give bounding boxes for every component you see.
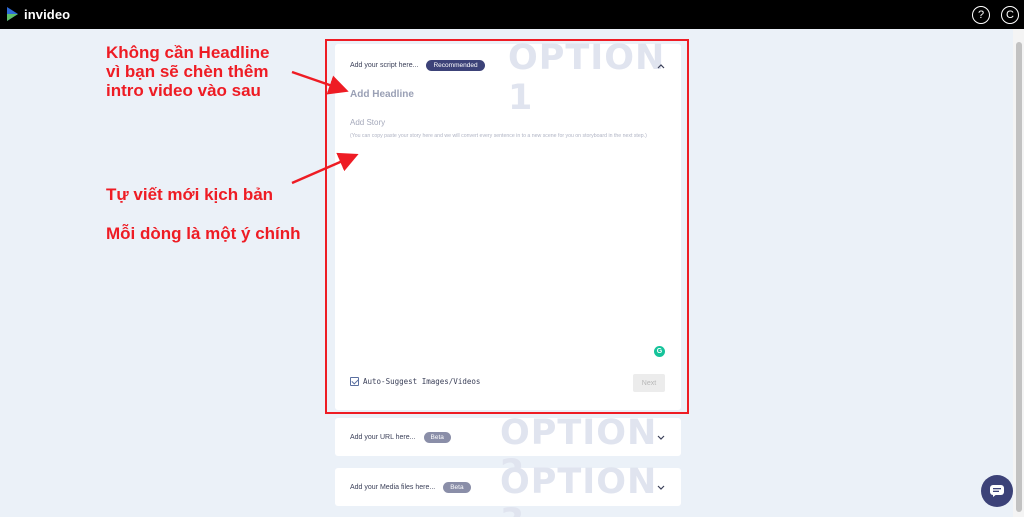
option-3-watermark: OPTION 3: [500, 462, 658, 517]
annotation-highlight-box: [325, 39, 689, 414]
chat-icon: [990, 485, 1004, 497]
beta-badge: Beta: [443, 482, 471, 493]
chevron-down-icon[interactable]: [655, 432, 667, 444]
scrollbar-thumb[interactable]: [1016, 42, 1022, 512]
annotation-note-headline: Không cần Headline vì bạn sẽ chèn thêm i…: [106, 43, 269, 100]
user-avatar[interactable]: C: [1001, 6, 1019, 24]
chevron-down-icon[interactable]: [655, 482, 667, 494]
url-card-header[interactable]: Add your URL here... Beta: [350, 432, 451, 443]
media-card-header[interactable]: Add your Media files here... Beta: [350, 482, 471, 493]
invideo-logo-icon: [7, 7, 18, 21]
top-bar: invideo ? C: [0, 0, 1024, 29]
annotation-line: Không cần Headline: [106, 43, 270, 62]
logo-text: invideo: [24, 6, 71, 22]
annotation-line: intro video vào sau: [106, 81, 261, 100]
annotation-note-script: Tự viết mới kịch bản: [106, 185, 274, 204]
annotation-note-lines: Mỗi dòng là một ý chính: [106, 224, 301, 243]
annotation-line: vì bạn sẽ chèn thêm: [106, 62, 269, 81]
media-header-label: Add your Media files here...: [350, 484, 436, 491]
media-card[interactable]: OPTION 3 Add your Media files here... Be…: [335, 462, 681, 517]
beta-badge: Beta: [423, 432, 451, 443]
url-card[interactable]: OPTION 2 Add your URL here... Beta: [335, 413, 681, 493]
invideo-logo[interactable]: invideo: [6, 5, 70, 23]
help-icon[interactable]: ?: [972, 6, 990, 24]
url-header-label: Add your URL here...: [350, 434, 416, 441]
chat-button[interactable]: [981, 475, 1013, 507]
